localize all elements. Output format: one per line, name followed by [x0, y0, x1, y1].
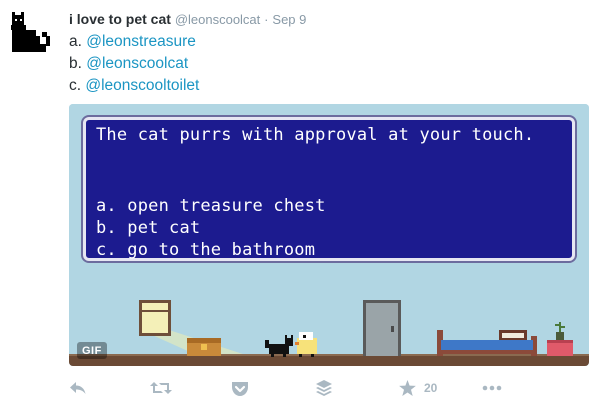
tweet-header: i love to pet cat @leonscoolcat · Sep 9	[69, 11, 306, 28]
retweet-icon	[150, 382, 172, 394]
game-dialog-box: The cat purrs with approval at your touc…	[83, 117, 575, 261]
treasure-chest	[187, 338, 221, 356]
dialog-option: b. pet cat	[96, 218, 201, 238]
header-separator: ·	[264, 12, 269, 27]
mention-link[interactable]: @leonstreasure	[86, 33, 196, 50]
star-icon	[399, 380, 416, 396]
dialog-option: c. go to the bathroom	[96, 240, 316, 260]
buffer-icon	[316, 380, 332, 396]
tweet-text: a. @leonstreasure b. @leonscoolcat c. @l…	[69, 31, 199, 97]
retweet-button[interactable]	[149, 376, 173, 400]
floor	[69, 356, 589, 366]
favorite-count: 20	[424, 381, 438, 395]
gif-badge: GIF	[77, 342, 107, 359]
tweet-actions: 20	[69, 376, 589, 400]
dialog-message: The cat purrs with approval at your touc…	[96, 125, 535, 145]
option-prefix: b.	[69, 55, 87, 72]
cat-avatar-icon	[8, 10, 56, 58]
mention-link[interactable]: @leonscooltoilet	[85, 77, 199, 94]
door	[363, 300, 401, 356]
display-name[interactable]: i love to pet cat	[69, 11, 171, 27]
option-prefix: a.	[69, 33, 87, 50]
more-dots-icon	[482, 385, 502, 391]
buffer-button[interactable]	[315, 376, 333, 400]
window	[139, 300, 171, 336]
tweet-line: c. @leonscooltoilet	[69, 75, 199, 97]
mention-link[interactable]: @leonscoolcat	[86, 55, 188, 72]
dialog-options: a. open treasure chest b. pet cat c. go …	[96, 195, 326, 261]
dialog-option: a. open treasure chest	[96, 196, 326, 216]
reply-button[interactable]	[69, 376, 87, 400]
option-prefix: c.	[69, 77, 86, 94]
favorite-button[interactable]: 20	[399, 376, 437, 400]
reply-icon	[70, 382, 86, 394]
avatar[interactable]	[8, 10, 56, 58]
pocket-button[interactable]	[231, 376, 249, 400]
tweet-media-gif[interactable]: The cat purrs with approval at your touc…	[69, 104, 589, 366]
pocket-icon	[232, 381, 248, 396]
tweet-line: b. @leonscoolcat	[69, 53, 199, 75]
more-button[interactable]	[482, 376, 502, 400]
tweet-timestamp[interactable]: Sep 9	[272, 12, 306, 27]
user-handle[interactable]: @leonscoolcat	[175, 12, 260, 27]
tweet-line: a. @leonstreasure	[69, 31, 199, 53]
